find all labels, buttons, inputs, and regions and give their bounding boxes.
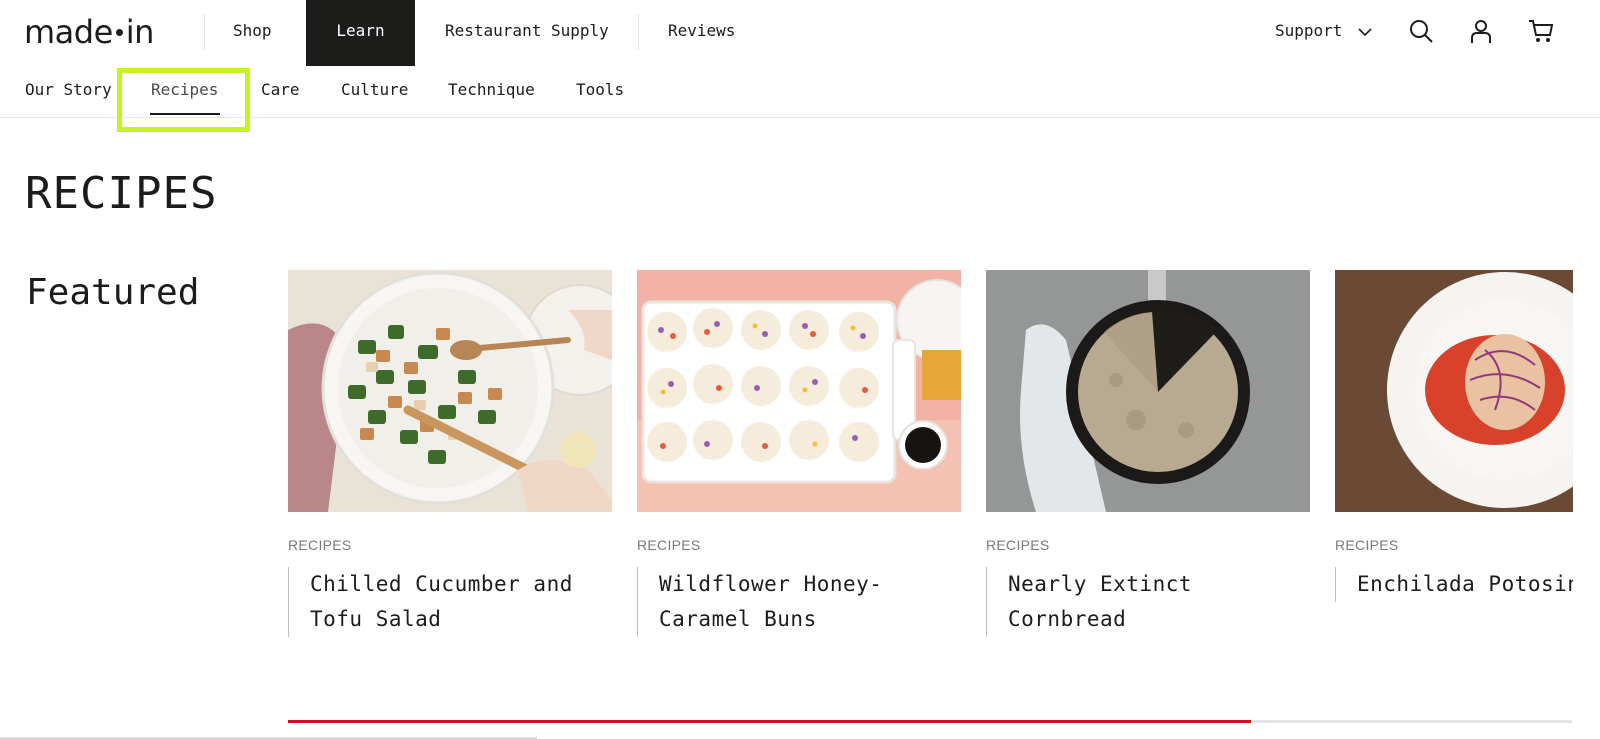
account-icon[interactable] — [1468, 18, 1494, 44]
recipe-image-cornbread[interactable] — [986, 270, 1310, 512]
support-label: Support — [1275, 21, 1343, 40]
recipe-category: RECIPES — [288, 537, 352, 553]
nav-item-shop[interactable]: Shop — [233, 0, 272, 66]
nav-item-learn[interactable]: Learn — [306, 0, 415, 66]
subnav-item-culture[interactable]: Culture — [341, 80, 408, 99]
search-icon[interactable] — [1408, 18, 1434, 44]
recipe-image-cucumber-salad[interactable] — [288, 270, 612, 512]
recipe-category: RECIPES — [986, 537, 1050, 553]
subnav-item-care[interactable]: Care — [261, 80, 300, 99]
support-menu[interactable]: Support — [1275, 0, 1372, 66]
subnav-item-tools[interactable]: Tools — [576, 80, 624, 99]
recipe-card[interactable]: RECIPES Chilled Cucumber and Tofu Salad — [288, 270, 612, 637]
nav-divider — [638, 14, 639, 50]
nav-divider — [204, 14, 205, 50]
recipe-title[interactable]: Chilled Cucumber and Tofu Salad — [288, 567, 612, 637]
subnav-item-technique[interactable]: Technique — [448, 80, 535, 99]
recipe-image-enchilada-potosina[interactable] — [1335, 270, 1573, 512]
chevron-down-icon — [1358, 27, 1372, 36]
recipe-card[interactable]: RECIPES Wildflower Honey-Caramel Buns — [637, 270, 961, 637]
recipes-highlight-box — [117, 68, 250, 132]
recipe-category: RECIPES — [1335, 537, 1399, 553]
cart-icon[interactable] — [1528, 18, 1554, 44]
page-title: RECIPES — [25, 168, 218, 219]
recipe-card[interactable]: RECIPES Nearly Extinct Cornbread — [986, 270, 1310, 637]
recipe-title[interactable]: Nearly Extinct Cornbread — [986, 567, 1310, 637]
recipe-title[interactable]: Enchilada Potosina — [1335, 567, 1573, 602]
recipe-card[interactable]: RECIPES Enchilada Potosina — [1335, 270, 1573, 602]
subnav-item-our-story[interactable]: Our Story — [25, 80, 112, 99]
made-in-logo[interactable]: made in — [24, 14, 154, 50]
nav-item-reviews[interactable]: Reviews — [668, 0, 735, 66]
recipe-category: RECIPES — [637, 537, 701, 553]
top-navigation: made in Shop Learn Restaurant Supply Revi… — [0, 0, 1600, 66]
featured-heading: Featured — [26, 272, 200, 313]
logo-dot — [115, 28, 123, 36]
recipe-title[interactable]: Wildflower Honey-Caramel Buns — [637, 567, 961, 637]
nav-item-restaurant-supply[interactable]: Restaurant Supply — [445, 0, 609, 66]
carousel-progress-fill — [288, 720, 1251, 723]
recipe-image-honey-caramel-buns[interactable] — [637, 270, 961, 512]
